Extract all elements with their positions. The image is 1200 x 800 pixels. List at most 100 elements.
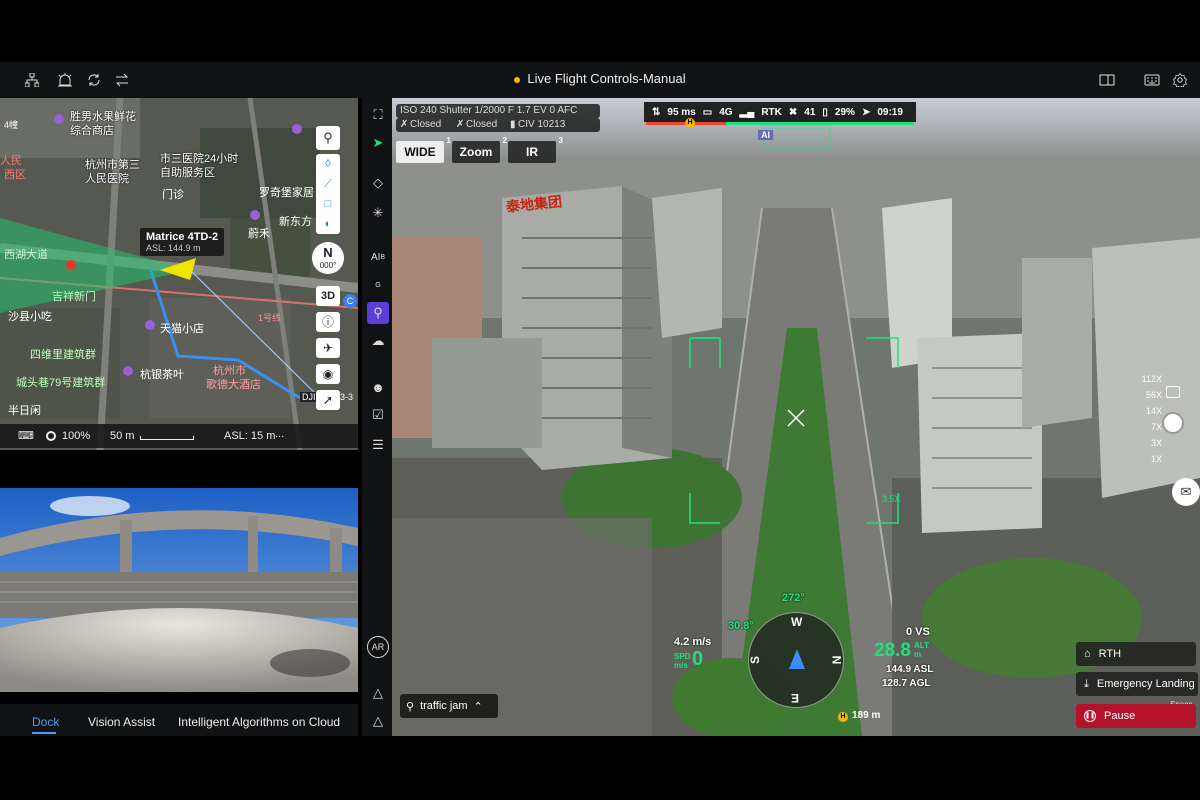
flight-time: 09:19 bbox=[877, 106, 903, 118]
ai-search-bar[interactable]: ⚲ traffic jam ⌃ bbox=[400, 694, 498, 718]
signal-bars-icon: ▂▄ bbox=[739, 106, 755, 118]
aircraft-asl: ASL: 144.9 m bbox=[146, 243, 201, 253]
map-scale: 50 m bbox=[110, 430, 135, 442]
fullscreen-icon[interactable]: ⛶ bbox=[367, 104, 389, 126]
flight-direction-icon[interactable]: ➤ bbox=[367, 132, 389, 154]
badge-c[interactable]: C bbox=[343, 294, 357, 308]
dock-camera-feed[interactable] bbox=[0, 488, 358, 692]
beacon-icon[interactable]: △ bbox=[367, 682, 389, 704]
alarm-icon[interactable] bbox=[55, 70, 75, 90]
home-icon: H bbox=[838, 712, 848, 722]
status-dot bbox=[514, 76, 521, 83]
zoom-level[interactable]: 3X bbox=[1151, 438, 1162, 448]
altitude-value: 28.8 bbox=[874, 640, 911, 661]
home-distance: H 189 m bbox=[838, 710, 880, 722]
zoom-icon bbox=[46, 431, 56, 441]
map-label: 歌德大酒店 bbox=[206, 379, 261, 391]
zoom-level[interactable]: 7X bbox=[1151, 422, 1162, 432]
line-icon[interactable]: ⟋ bbox=[316, 174, 340, 194]
search-icon: ⚲ bbox=[323, 130, 333, 145]
compass-n: N bbox=[323, 245, 333, 260]
zoom-level[interactable]: 1X bbox=[1151, 454, 1162, 464]
poi-icon bbox=[145, 320, 155, 330]
hospital-icon bbox=[66, 260, 76, 270]
tab-dock[interactable]: Dock bbox=[32, 715, 59, 729]
locate-icon[interactable]: ◉ bbox=[316, 364, 340, 384]
compass-deg: 000° bbox=[319, 261, 337, 270]
map-compass[interactable]: N 000° bbox=[312, 242, 344, 274]
aircraft-locate-icon[interactable]: ✈ bbox=[316, 338, 340, 358]
ar-button[interactable]: AR bbox=[367, 636, 389, 658]
ai-b-icon[interactable]: AI B bbox=[367, 246, 389, 268]
area-icon[interactable]: □ bbox=[316, 194, 340, 214]
aircraft-name: Matrice 4TD-2 bbox=[146, 231, 219, 243]
map-label: 西区 bbox=[4, 169, 26, 181]
map-zoom: 100% bbox=[62, 430, 91, 442]
shutter-button[interactable] bbox=[1162, 412, 1184, 434]
cloud-icon[interactable]: ☁ bbox=[367, 330, 389, 352]
more-icon[interactable]: ... bbox=[275, 428, 284, 440]
wind-value: 4.2 m/s bbox=[674, 636, 712, 648]
rth-button[interactable]: ⌂ RTH bbox=[1076, 642, 1196, 666]
camera-tool-column: ⛶ ➤ ◇ ✳ AI B G ⚲ ☁ ☻ ☑ ☰ AR △ △ bbox=[362, 98, 392, 736]
circle-icon[interactable]: ◐ bbox=[316, 214, 340, 234]
latency: 95 ms bbox=[667, 106, 696, 118]
network-icon[interactable] bbox=[22, 70, 42, 90]
chat-icon[interactable]: ✉ bbox=[1172, 478, 1200, 506]
tab-vision-assist[interactable]: Vision Assist bbox=[88, 715, 155, 729]
home-marker-icon: H bbox=[685, 118, 695, 128]
ai-search-icon[interactable]: ⚲ bbox=[367, 302, 389, 324]
zoom-level[interactable]: 112X bbox=[1142, 374, 1162, 384]
bottom-tab-bar: Dock Vision Assist Intelligent Algorithm… bbox=[0, 704, 358, 736]
keyboard-icon[interactable] bbox=[1142, 70, 1162, 90]
map-panel[interactable]: 4幢 胜男水果鲜花 综合商店 人民 西区 杭州市第三 人民医院 市三医院24小时… bbox=[0, 98, 358, 450]
map-label: 天猫小店 bbox=[160, 323, 204, 335]
navigate-icon[interactable]: ➚ bbox=[316, 390, 340, 410]
3d-button[interactable]: 3D bbox=[316, 286, 340, 306]
updown-icon: ⇅ bbox=[652, 106, 661, 118]
pin-icon[interactable]: ◊ bbox=[316, 154, 340, 174]
list-icon[interactable]: ☰ bbox=[367, 434, 389, 456]
main-camera-feed[interactable]: ISO 240 Shutter 1/2000 F 1.7 EV 0 AFC AU… bbox=[392, 98, 1200, 736]
tab-intelligent-algorithms[interactable]: Intelligent Algorithms on Cloud bbox=[178, 715, 340, 729]
civ-label: CIV 10213 bbox=[518, 119, 566, 130]
zoom-level[interactable]: 56X bbox=[1146, 390, 1162, 400]
tab-zoom[interactable]: Zoom 2 bbox=[452, 136, 507, 163]
camera-switch-icon[interactable] bbox=[1166, 386, 1180, 398]
heading-value: 272° bbox=[782, 592, 805, 604]
settings-icon[interactable] bbox=[1170, 70, 1190, 90]
pause-button[interactable]: ❚❚ Pause bbox=[1076, 704, 1196, 728]
keyboard-icon[interactable]: ⌨ bbox=[18, 429, 34, 442]
tab-ir[interactable]: IR 3 bbox=[508, 136, 563, 163]
info-icon[interactable]: ⓘ bbox=[316, 312, 340, 332]
map-search-button[interactable]: ⚲ bbox=[316, 126, 340, 150]
rtk-label: RTK bbox=[761, 106, 782, 118]
eraser-icon[interactable]: △ bbox=[367, 710, 389, 732]
pause-icon: ❚❚ bbox=[1084, 710, 1096, 722]
map-label: 人民医院 bbox=[85, 173, 129, 185]
map-label: 杭银茶叶 bbox=[140, 369, 184, 381]
map-label: 门诊 bbox=[162, 189, 184, 201]
asl-value: 144.9 ASL bbox=[886, 664, 934, 675]
marker-icon[interactable]: ◇ bbox=[367, 172, 389, 194]
zoom-tag: 3.5X bbox=[882, 494, 901, 504]
g-icon[interactable]: G bbox=[367, 274, 389, 296]
pitch-value: 30.8° bbox=[728, 620, 754, 632]
crossed-icon: ✗ bbox=[456, 119, 465, 130]
scale-bar bbox=[140, 436, 194, 440]
ai-tag: AI bbox=[758, 130, 773, 140]
battery-icon: ▯ bbox=[822, 106, 828, 118]
closed-1: Closed bbox=[410, 119, 442, 130]
crossed-icon: ✗ bbox=[400, 119, 409, 130]
poi-icon bbox=[123, 366, 133, 376]
speaker-person-icon[interactable]: ☻ bbox=[367, 376, 389, 398]
transfer-icon[interactable] bbox=[112, 70, 132, 90]
zoom-level[interactable]: 14X bbox=[1146, 406, 1162, 416]
speed-label: SPD m/s bbox=[674, 652, 691, 670]
emergency-landing-button[interactable]: ⤓ Emergency Landing bbox=[1076, 672, 1198, 696]
phone-check-icon[interactable]: ☑ bbox=[367, 404, 389, 426]
tab-wide[interactable]: WIDE 1 bbox=[396, 136, 451, 163]
laser-icon[interactable]: ✳ bbox=[367, 202, 389, 224]
layout-icon[interactable] bbox=[1097, 70, 1117, 90]
refresh-route-icon[interactable] bbox=[84, 70, 104, 90]
